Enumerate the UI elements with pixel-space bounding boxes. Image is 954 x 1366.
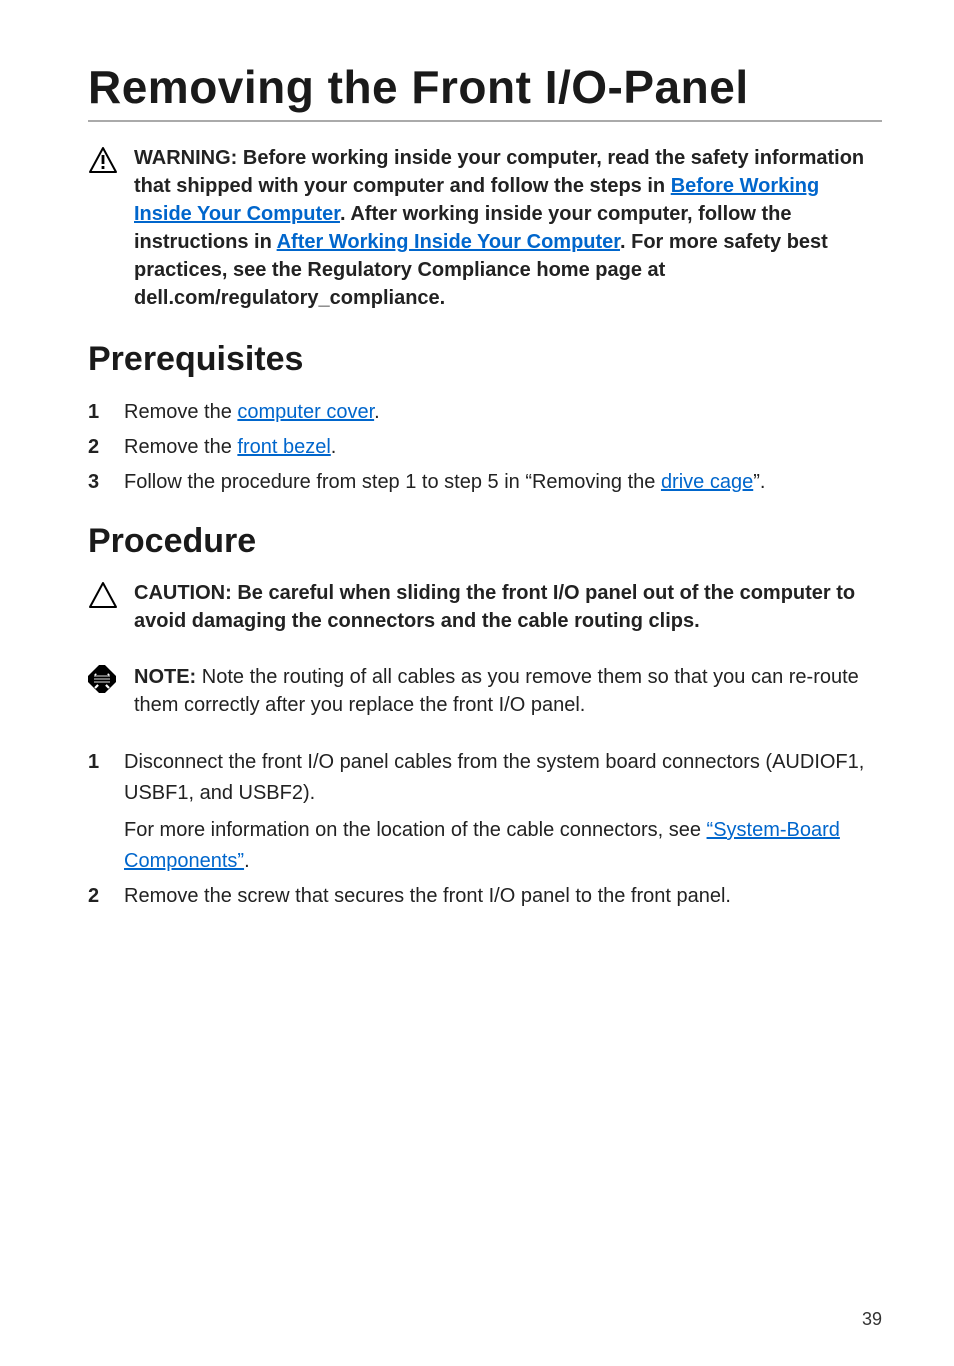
step-sub-pre: For more information on the location of … (124, 819, 707, 841)
title-underline (88, 120, 882, 122)
warning-label: WARNING: (134, 147, 243, 169)
link-computer-cover[interactable]: computer cover (237, 401, 374, 423)
prerequisites-heading: Prerequisites (88, 340, 882, 379)
page-title: Removing the Front I/O-Panel (88, 60, 882, 114)
warning-text: WARNING: Before working inside your comp… (134, 144, 882, 312)
step-pre: Follow the procedure from step 1 to step… (124, 471, 661, 493)
link-after-working[interactable]: After Working Inside Your Computer (277, 231, 620, 253)
note-label: NOTE: (134, 666, 202, 688)
procedure-list: Disconnect the front I/O panel cables fr… (88, 747, 882, 912)
list-item: Follow the procedure from step 1 to step… (88, 467, 882, 498)
note-callout: NOTE: Note the routing of all cables as … (88, 663, 882, 719)
link-front-bezel[interactable]: front bezel (237, 436, 330, 458)
warning-icon (88, 144, 120, 312)
page-number: 39 (862, 1309, 882, 1330)
link-drive-cage[interactable]: drive cage (661, 471, 753, 493)
note-text: NOTE: Note the routing of all cables as … (134, 663, 882, 719)
list-item: Remove the front bezel. (88, 432, 882, 463)
step-main: Remove the screw that secures the front … (124, 885, 731, 907)
prerequisites-list: Remove the computer cover. Remove the fr… (88, 397, 882, 498)
step-pre: Remove the (124, 401, 237, 423)
step-sub-post: . (244, 850, 250, 872)
warning-callout: WARNING: Before working inside your comp… (88, 144, 882, 312)
note-body: Note the routing of all cables as you re… (134, 666, 859, 716)
step-post: . (331, 436, 337, 458)
caution-callout: CAUTION: Be careful when sliding the fro… (88, 579, 882, 635)
caution-text: CAUTION: Be careful when sliding the fro… (134, 579, 882, 635)
step-post: ”. (753, 471, 765, 493)
procedure-heading: Procedure (88, 522, 882, 561)
caution-icon (88, 579, 120, 635)
list-item: Remove the computer cover. (88, 397, 882, 428)
note-icon (88, 663, 120, 719)
list-item: Remove the screw that secures the front … (88, 881, 882, 912)
step-post: . (374, 401, 380, 423)
manual-page: Removing the Front I/O-Panel WARNING: Be… (0, 0, 954, 1366)
list-item: Disconnect the front I/O panel cables fr… (88, 747, 882, 877)
step-pre: Remove the (124, 436, 237, 458)
step-main: Disconnect the front I/O panel cables fr… (124, 751, 864, 804)
